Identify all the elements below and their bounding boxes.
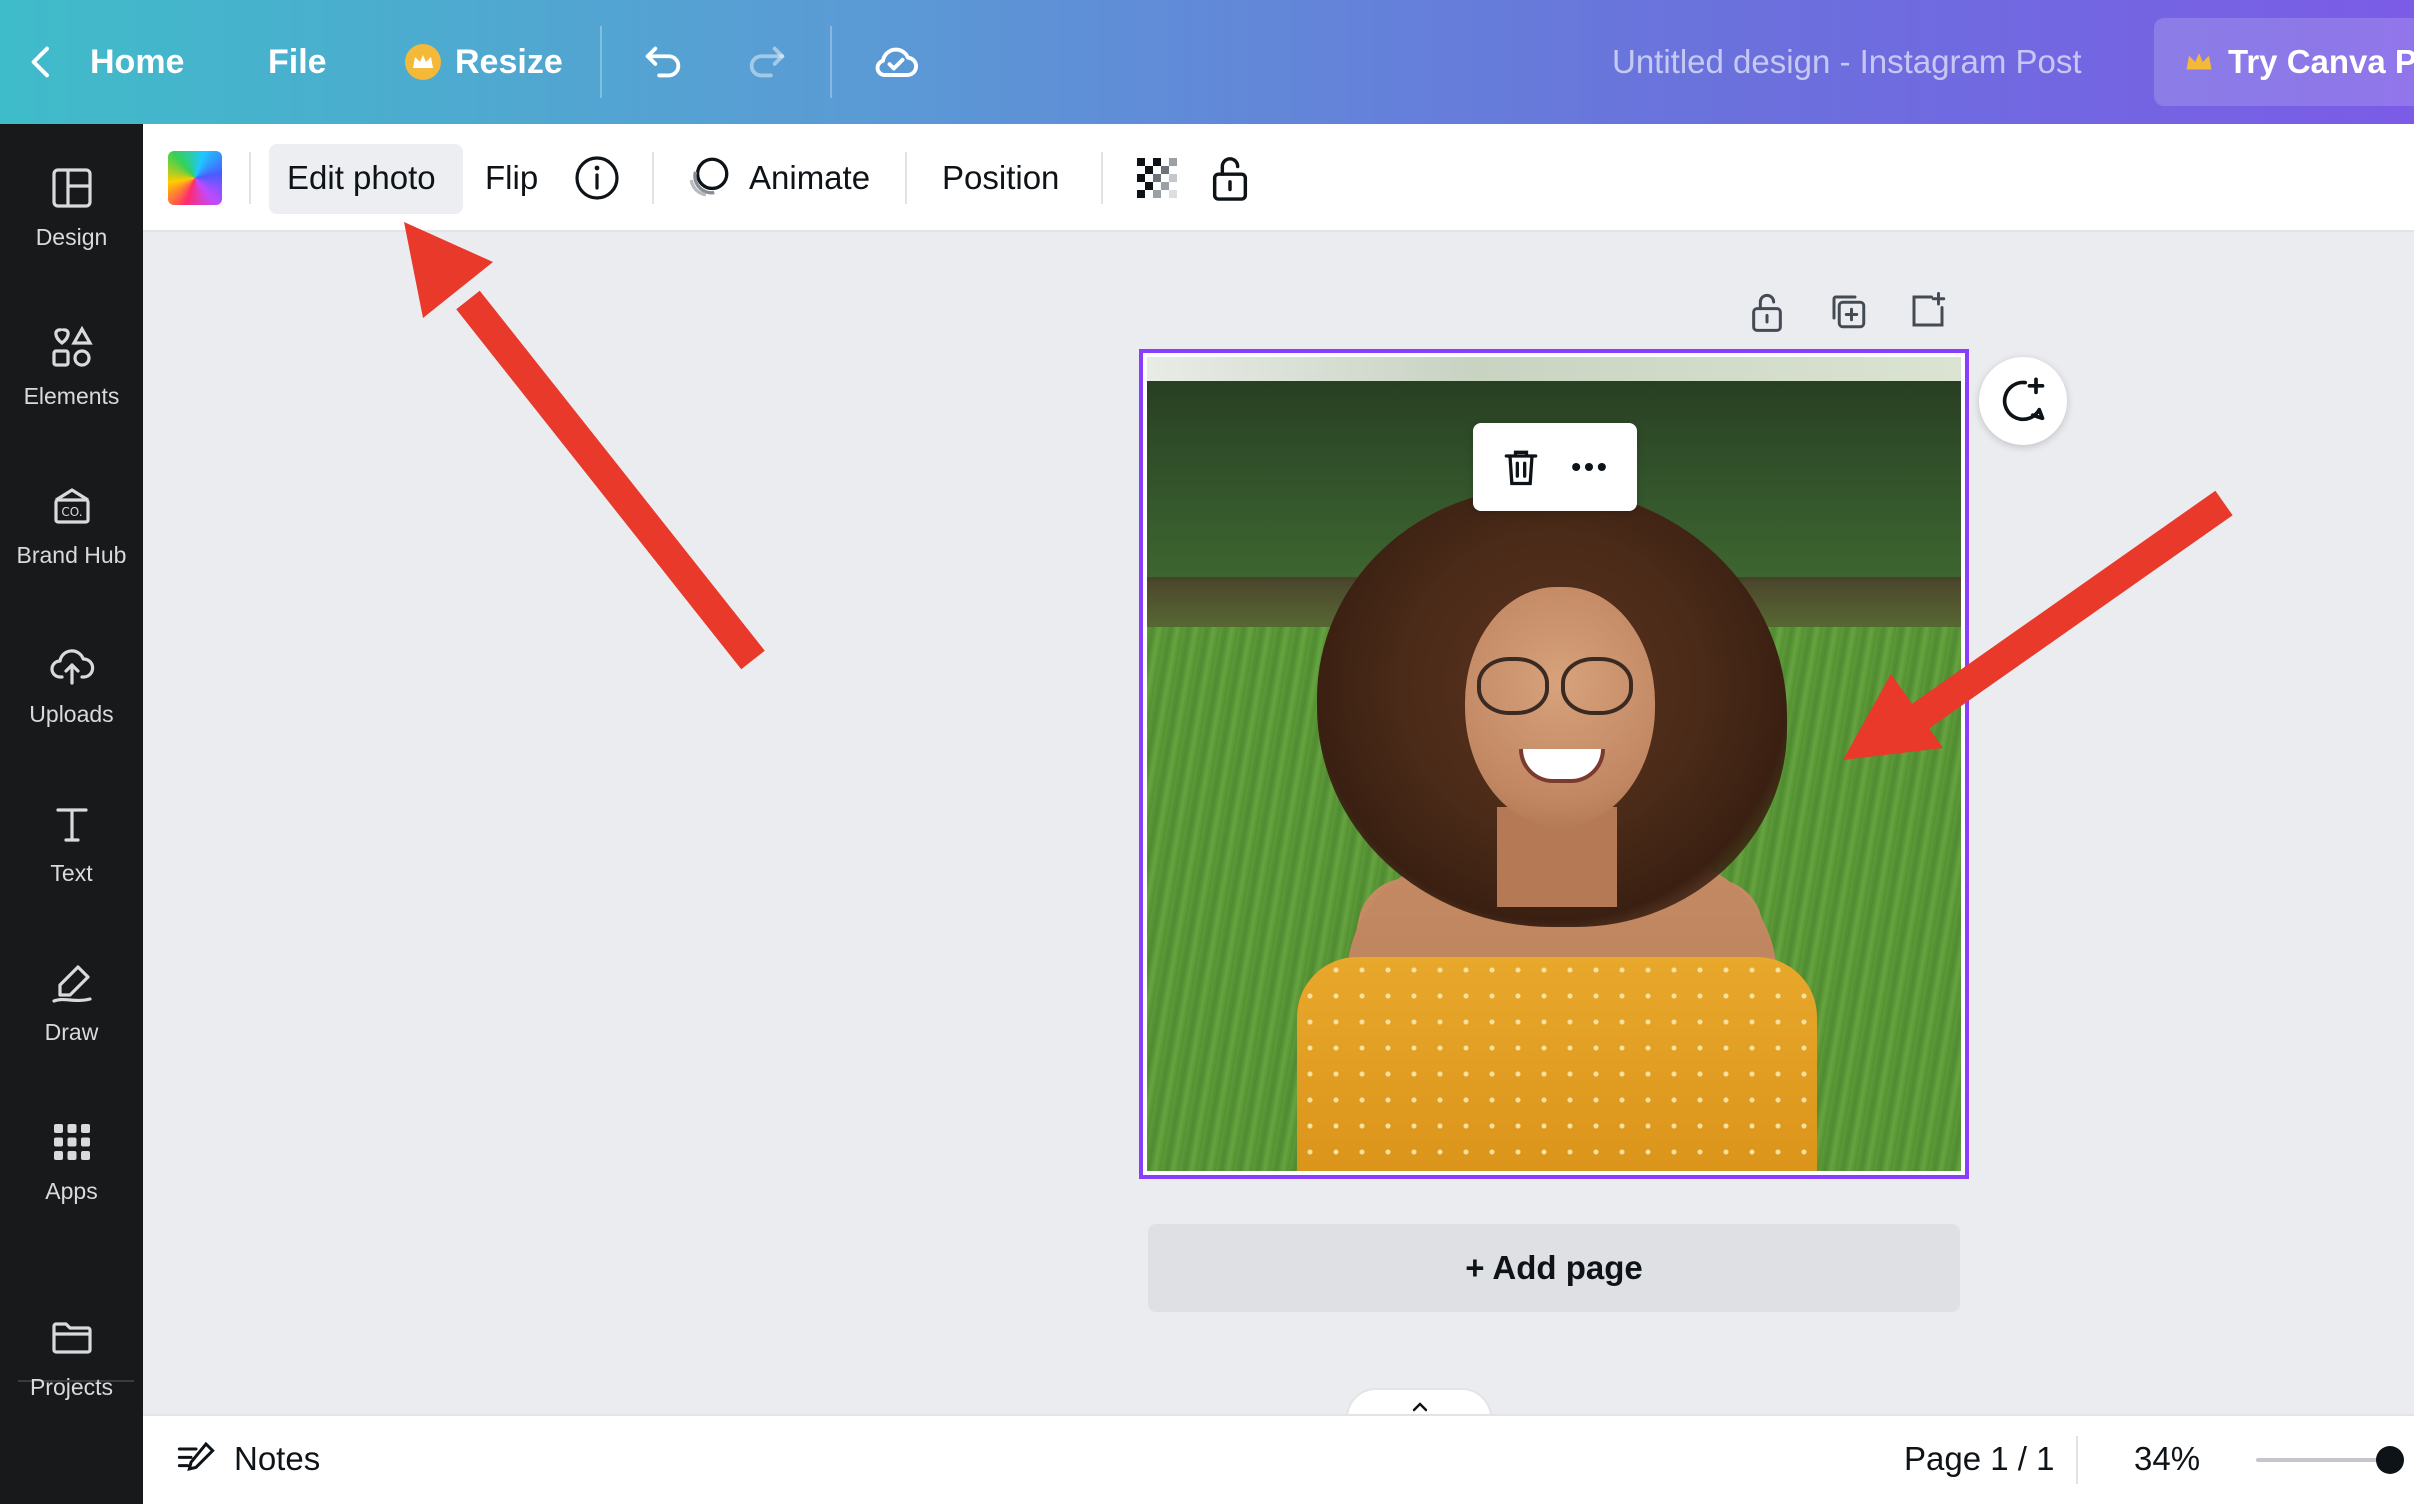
contextual-toolbar: Edit photo Flip Animate Position xyxy=(143,124,2414,232)
lock-page-button[interactable] xyxy=(1747,290,1795,338)
info-icon xyxy=(575,156,619,200)
cloud-check-icon xyxy=(875,47,918,77)
undo-button[interactable] xyxy=(640,0,686,124)
redo-button[interactable] xyxy=(744,0,790,124)
apps-icon xyxy=(53,1124,90,1160)
position-button[interactable]: Position xyxy=(942,124,1059,232)
redo-icon xyxy=(749,46,785,78)
toolbar-divider xyxy=(652,152,654,204)
element-floating-menu xyxy=(1473,423,1637,511)
color-picker-button[interactable] xyxy=(168,151,222,205)
edit-photo-label[interactable]: Edit photo xyxy=(287,124,436,232)
zoom-slider-thumb[interactable] xyxy=(2376,1446,2404,1474)
layout-icon xyxy=(51,168,92,208)
sidebar-item-uploads[interactable]: Uploads xyxy=(0,641,143,771)
zoom-level[interactable]: 34% xyxy=(2134,1414,2200,1504)
resize-button[interactable]: Resize xyxy=(405,0,563,124)
duplicate-page-button[interactable] xyxy=(1827,290,1875,338)
svg-text:CO.: CO. xyxy=(61,505,82,519)
save-status-button[interactable] xyxy=(870,0,922,124)
left-sidebar: Design Elements CO. Brand Hub Uploads Te… xyxy=(0,124,143,1504)
crown-icon xyxy=(2186,53,2212,70)
page-indicator[interactable]: Page 1 / 1 xyxy=(1904,1414,2054,1504)
home-button[interactable]: Home xyxy=(90,0,184,124)
notes-button[interactable]: Notes xyxy=(174,1414,320,1504)
lock-button[interactable] xyxy=(1207,124,1253,232)
delete-button[interactable] xyxy=(1499,445,1543,489)
topbar-divider xyxy=(830,26,832,98)
animate-icon xyxy=(689,157,729,197)
add-page-button[interactable]: + Add page xyxy=(1148,1224,1960,1312)
brand-hub-icon: CO. xyxy=(53,488,90,524)
sidebar-item-design[interactable]: Design xyxy=(0,164,143,294)
sidebar-item-elements[interactable]: Elements xyxy=(0,323,143,453)
toolbar-divider xyxy=(249,152,251,204)
topbar-divider xyxy=(600,26,602,98)
lock-icon xyxy=(1752,293,1782,332)
info-button[interactable] xyxy=(573,124,621,232)
transparency-button[interactable] xyxy=(1133,124,1181,232)
add-page-icon xyxy=(1912,292,1946,327)
text-icon xyxy=(55,808,88,842)
undo-icon xyxy=(645,46,681,78)
comment-add-icon xyxy=(2002,377,2045,422)
crown-icon xyxy=(405,44,441,80)
toolbar-divider xyxy=(905,152,907,204)
bottombar-divider xyxy=(2076,1436,2078,1484)
flip-button[interactable]: Flip xyxy=(485,124,538,232)
chevron-left-icon xyxy=(31,46,49,78)
more-options-button[interactable] xyxy=(1567,445,1611,489)
trash-icon xyxy=(1504,450,1538,486)
notes-icon xyxy=(177,1441,215,1472)
draw-icon xyxy=(51,965,92,1003)
sidebar-item-draw[interactable]: Draw xyxy=(0,959,143,1089)
top-bar: Home File Resize Untitled design - Insta… xyxy=(0,0,2414,124)
animate-button[interactable]: Animate xyxy=(683,124,870,232)
sidebar-item-apps[interactable]: Apps xyxy=(0,1118,143,1248)
transparency-icon xyxy=(1137,158,1177,198)
add-page-top-button[interactable] xyxy=(1907,290,1955,338)
lock-icon xyxy=(1212,157,1248,201)
design-title[interactable]: Untitled design - Instagram Post xyxy=(1612,0,2082,124)
sidebar-item-text[interactable]: Text xyxy=(0,800,143,930)
file-menu-button[interactable]: File xyxy=(268,0,327,124)
sidebar-item-projects[interactable]: Projects xyxy=(0,1314,143,1444)
try-canva-pro-button[interactable]: Try Canva Pr xyxy=(2154,18,2414,106)
back-button[interactable] xyxy=(22,0,62,124)
cloud-upload-icon xyxy=(49,649,94,685)
more-horizontal-icon xyxy=(1572,462,1606,472)
zoom-slider-track[interactable] xyxy=(2256,1458,2390,1462)
folder-icon xyxy=(51,1322,92,1354)
chevron-up-icon xyxy=(1412,1402,1428,1412)
duplicate-icon xyxy=(1832,295,1866,329)
shapes-icon xyxy=(51,325,93,367)
add-comment-button[interactable] xyxy=(1979,357,2067,445)
bottom-bar xyxy=(143,1414,2414,1504)
sidebar-item-brand-hub[interactable]: CO. Brand Hub xyxy=(0,482,143,612)
toolbar-divider xyxy=(1101,152,1103,204)
